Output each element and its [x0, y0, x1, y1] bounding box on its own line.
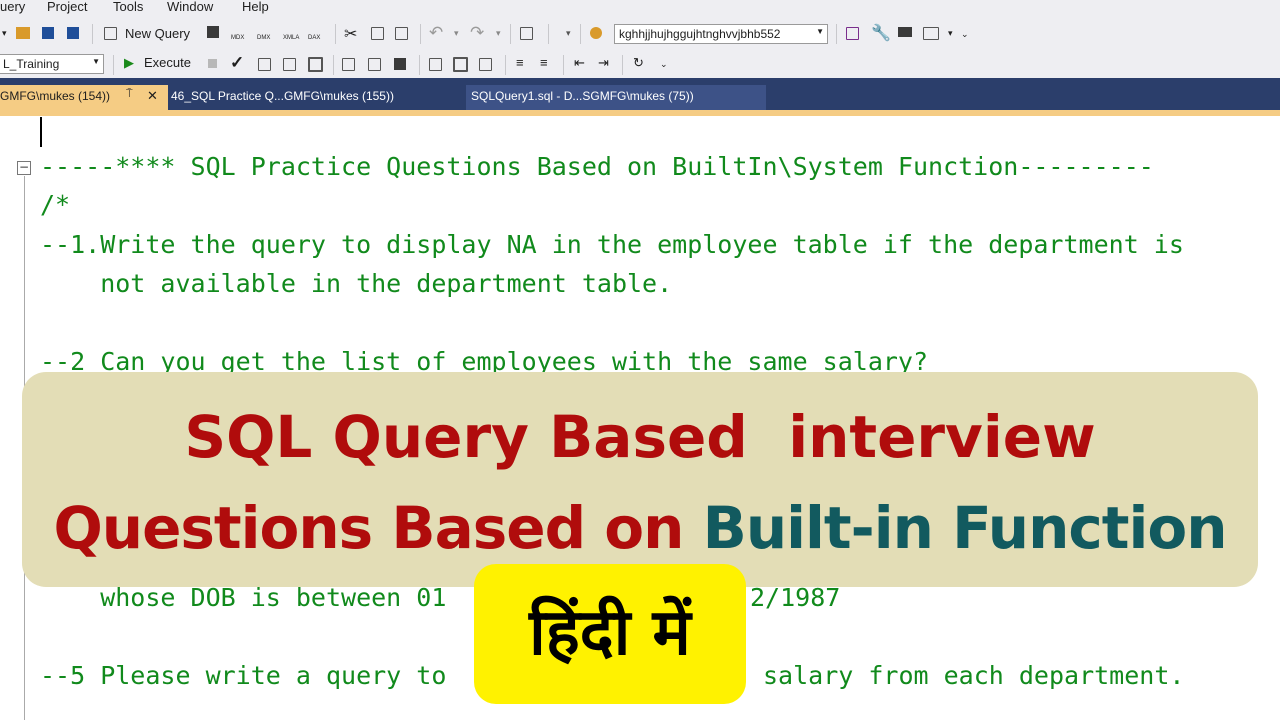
code-line-7: --5 Please write a query to	[40, 661, 447, 690]
decrease-indent-icon[interactable]: ⇤	[574, 55, 585, 71]
activity-monitor-icon[interactable]	[520, 27, 533, 40]
query-options-icon[interactable]	[283, 58, 296, 71]
paste-icon[interactable]	[395, 27, 408, 40]
database-select[interactable]: L_Training ▼	[0, 54, 104, 74]
tab-active-label: GMFG\mukes (154))	[0, 89, 111, 103]
toolbox-icon[interactable]	[898, 27, 912, 37]
cut-icon[interactable]: ✂	[344, 24, 357, 44]
open-folder-icon[interactable]	[16, 27, 30, 39]
execute-button[interactable]: Execute	[144, 55, 191, 70]
banner-title-line-2-teal: Built-in Function	[702, 494, 1228, 562]
toolbar-separator	[333, 55, 334, 75]
mdx-query-icon[interactable]: MDX	[231, 24, 245, 41]
banner-title-line-2-red: Questions Based on	[53, 494, 703, 562]
hindi-badge-label: हिंदी में	[529, 596, 691, 670]
menu-project[interactable]: Project	[47, 0, 87, 14]
toolbar-separator	[548, 24, 549, 44]
terminal-icon[interactable]	[923, 27, 939, 40]
results-to-grid-icon[interactable]	[453, 57, 468, 72]
toolbar-separator	[505, 55, 506, 75]
chevron-down-icon: ▼	[816, 27, 824, 36]
chevron-down-icon: ▼	[92, 57, 100, 66]
more-dropdown-icon[interactable]: ▾	[948, 28, 953, 39]
solution-config-dropdown-icon[interactable]: ▾	[566, 28, 571, 39]
toolbar-overflow-icon[interactable]: ⌄	[660, 59, 668, 70]
cancel-query-icon[interactable]	[208, 59, 217, 68]
live-statistics-icon[interactable]	[368, 58, 381, 71]
text-caret	[40, 117, 42, 147]
new-query-button[interactable]: New Query	[125, 26, 190, 41]
tab-active-query[interactable]: GMFG\mukes (154)) ⍑ ✕	[0, 85, 168, 110]
close-icon[interactable]: ✕	[147, 88, 158, 104]
results-to-file-icon[interactable]	[479, 58, 492, 71]
toolbar-separator	[335, 24, 336, 44]
save-all-icon[interactable]	[67, 27, 79, 39]
code-line-4: not available in the department table.	[40, 269, 673, 298]
uncomment-icon[interactable]: ≡	[540, 55, 548, 70]
code-line-6-tail: 2/1987	[750, 583, 841, 612]
find-combo-value: kghhjjhujhggujhtnghvvjbhb552	[619, 27, 781, 41]
pin-icon[interactable]: ⍑	[126, 88, 133, 101]
find-icon[interactable]	[590, 27, 602, 39]
code-line-3: --1.Write the query to display NA in the…	[40, 230, 1184, 259]
toolbar-separator	[836, 24, 837, 44]
banner-title-line-2: Questions Based on Built-in Function	[0, 494, 1280, 562]
database-select-value: L_Training	[3, 57, 60, 71]
code-line-6: whose DOB is between 01	[40, 583, 447, 612]
toolbar-overflow-icon[interactable]: ⌄	[961, 29, 969, 40]
dmx-query-icon[interactable]: DMX	[257, 24, 271, 41]
collapse-region-icon[interactable]: −	[17, 161, 31, 175]
toolbar-separator	[92, 24, 93, 44]
properties-icon[interactable]	[846, 27, 859, 40]
find-combo[interactable]: kghhjjhujhggujhtnghvvjbhb552 ▼	[614, 24, 828, 44]
toolbar-separator	[563, 55, 564, 75]
results-to-text-icon[interactable]	[429, 58, 442, 71]
dropdown-arrow-icon[interactable]: ▾	[2, 28, 16, 42]
toolbar-separator	[113, 55, 114, 75]
actual-plan-icon[interactable]	[342, 58, 355, 71]
sql-editor-toolbar: L_Training ▼ ▶ Execute ✓ ≡ ≡ ⇤ ⇥ ↻ ⌄	[0, 52, 1280, 78]
client-statistics-icon[interactable]	[394, 58, 406, 70]
undo-icon[interactable]: ↶	[429, 23, 443, 43]
wrench-icon[interactable]: 🔧	[871, 23, 891, 43]
increase-indent-icon[interactable]: ⇥	[598, 55, 609, 71]
parse-check-icon[interactable]: ✓	[230, 53, 244, 73]
menu-bar: uery Project Tools Window Help	[0, 0, 1280, 16]
tab-sqlquery1[interactable]: SQLQuery1.sql - D...SGMFG\mukes (75))	[471, 89, 694, 103]
menu-query[interactable]: uery	[0, 0, 25, 14]
toolbar-separator	[622, 55, 623, 75]
menu-help[interactable]: Help	[242, 0, 269, 14]
menu-tools[interactable]: Tools	[113, 0, 143, 14]
toolbar-separator	[419, 55, 420, 75]
code-line-1: -----**** SQL Practice Questions Based o…	[40, 152, 1154, 181]
redo-icon[interactable]: ↷	[470, 23, 484, 43]
intellisense-icon[interactable]	[308, 57, 323, 72]
code-line-2: /*	[40, 190, 71, 219]
redo-dropdown-icon[interactable]: ▾	[496, 28, 501, 39]
undo-dropdown-icon[interactable]: ▾	[454, 28, 459, 39]
xmla-query-icon[interactable]: XMLA	[283, 24, 299, 41]
specify-values-icon[interactable]: ↻	[633, 55, 644, 71]
tab-sql-practice[interactable]: 46_SQL Practice Q...GMFG\mukes (155))	[171, 89, 394, 103]
toolbar-separator	[580, 24, 581, 44]
comment-icon[interactable]: ≡	[516, 55, 524, 70]
banner-title-line-1: SQL Query Based interview	[184, 403, 1096, 471]
copy-icon[interactable]	[371, 27, 384, 40]
dax-query-icon[interactable]: DAX	[308, 24, 322, 41]
menu-window[interactable]: Window	[167, 0, 213, 14]
standard-toolbar: ▾ New Query MDX DMX XMLA DAX ✂ ↶ ▾ ↷ ▾ ▾…	[0, 16, 1280, 52]
code-line-7-tail: salary from each department.	[763, 661, 1185, 690]
execute-icon[interactable]: ▶	[124, 55, 134, 71]
toolbar-separator	[420, 24, 421, 44]
toolbar-separator	[510, 24, 511, 44]
database-engine-query-icon[interactable]	[207, 26, 219, 38]
save-icon[interactable]	[42, 27, 54, 39]
estimated-plan-icon[interactable]	[258, 58, 271, 71]
new-query-icon[interactable]	[104, 27, 117, 40]
